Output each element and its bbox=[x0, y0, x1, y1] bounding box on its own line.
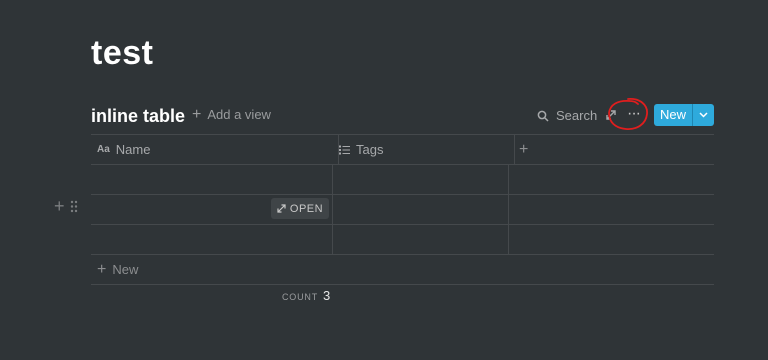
plus-icon: + bbox=[97, 260, 107, 278]
new-row-label: New bbox=[112, 262, 139, 277]
empty-cell bbox=[509, 165, 714, 194]
text-property-icon: Aa bbox=[97, 144, 110, 155]
count-value: 3 bbox=[323, 288, 331, 303]
count-footer[interactable]: COUNT 3 bbox=[282, 288, 330, 303]
page-title[interactable]: test bbox=[91, 34, 153, 73]
database-table: Aa Name Tags + OPEN + New bbox=[91, 134, 714, 285]
column-header-tags[interactable]: Tags bbox=[333, 135, 515, 164]
search-icon bbox=[537, 110, 549, 122]
drag-handle-icon[interactable] bbox=[70, 200, 78, 213]
column-header-label: Tags bbox=[356, 142, 384, 157]
add-view-button[interactable]: + Add a view bbox=[192, 105, 271, 123]
add-property-icon: + bbox=[519, 140, 529, 158]
add-row-icon[interactable]: + bbox=[54, 197, 65, 215]
column-header-label: Name bbox=[115, 142, 151, 157]
expand-icon bbox=[277, 204, 286, 213]
database-header: inline table + Add a view Search ··· New bbox=[91, 98, 714, 130]
add-row-button[interactable]: + New bbox=[91, 255, 714, 285]
name-cell[interactable]: OPEN bbox=[91, 195, 333, 224]
column-header-name[interactable]: Aa Name bbox=[91, 135, 339, 164]
plus-icon: + bbox=[192, 105, 202, 123]
name-cell[interactable] bbox=[91, 225, 333, 254]
name-cell[interactable] bbox=[91, 165, 333, 194]
table-row[interactable] bbox=[91, 225, 714, 255]
tags-cell[interactable] bbox=[333, 165, 509, 194]
new-button-label[interactable]: New bbox=[654, 104, 692, 126]
tags-cell[interactable] bbox=[333, 225, 509, 254]
empty-cell bbox=[509, 225, 714, 254]
search-label: Search bbox=[556, 108, 598, 123]
count-label: COUNT bbox=[282, 292, 318, 302]
database-title[interactable]: inline table bbox=[91, 106, 185, 127]
empty-cell bbox=[509, 195, 714, 224]
tags-cell[interactable] bbox=[333, 195, 509, 224]
new-dropdown-button[interactable] bbox=[693, 104, 714, 126]
open-row-button[interactable]: OPEN bbox=[271, 198, 329, 219]
table-row[interactable] bbox=[91, 165, 714, 195]
row-handle[interactable]: + bbox=[54, 197, 78, 215]
add-property-button[interactable]: + bbox=[509, 135, 714, 164]
chevron-down-icon bbox=[699, 112, 708, 118]
table-row[interactable]: OPEN bbox=[91, 195, 714, 225]
search-button[interactable]: Search bbox=[537, 108, 597, 123]
add-view-label: Add a view bbox=[207, 107, 271, 122]
open-label: OPEN bbox=[289, 202, 324, 215]
red-annotation-circle bbox=[608, 98, 648, 130]
new-button[interactable]: New bbox=[654, 104, 714, 126]
list-property-icon bbox=[339, 145, 350, 154]
table-header-row: Aa Name Tags + bbox=[91, 134, 714, 165]
